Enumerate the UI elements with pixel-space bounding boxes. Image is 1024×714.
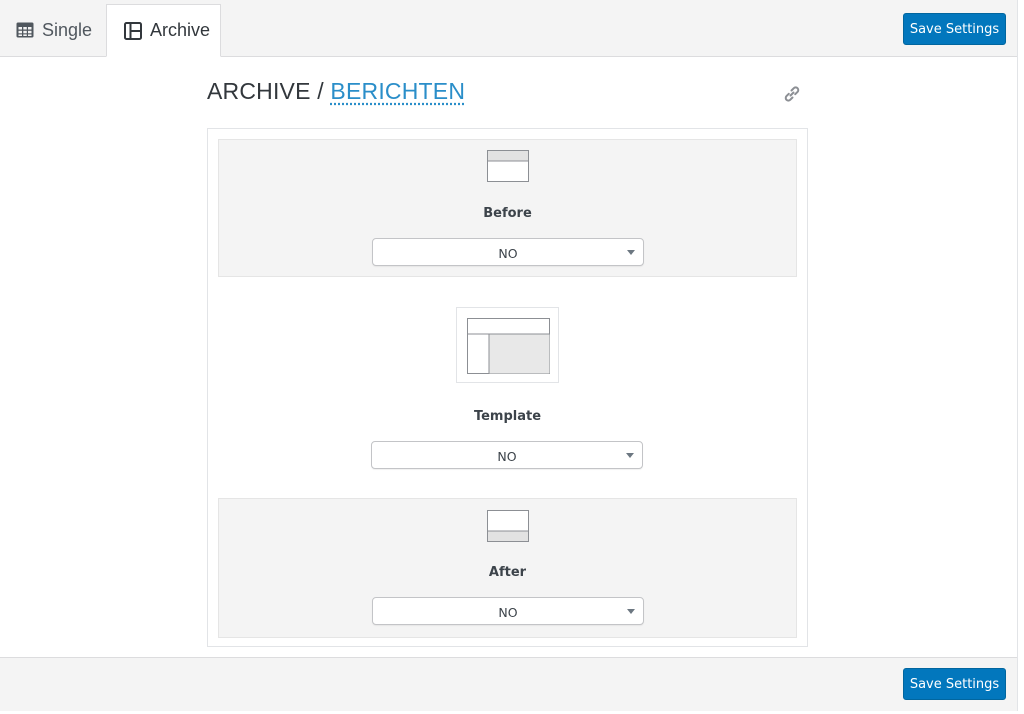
table-icon (16, 22, 34, 38)
link-icon[interactable] (782, 84, 802, 109)
section-before: Before NO (218, 139, 797, 277)
before-select[interactable]: NO (372, 238, 644, 266)
template-select-value: NO (497, 449, 517, 464)
before-select-value: NO (498, 246, 518, 261)
after-select[interactable]: NO (372, 597, 644, 625)
chevron-down-icon (627, 609, 635, 614)
layout-content-sidebar-icon (467, 318, 550, 379)
chevron-down-icon (626, 453, 634, 458)
after-select-value: NO (498, 605, 518, 620)
layout-footer-icon (487, 510, 529, 547)
chevron-down-icon (627, 250, 635, 255)
layout-panel: Before NO Template NO After NO (207, 128, 808, 647)
layout-sidebar-icon (124, 21, 142, 40)
post-type-link[interactable]: BERICHTEN (330, 78, 465, 104)
tab-single-label: Single (42, 19, 93, 40)
layout-header-icon (487, 150, 529, 187)
tab-archive[interactable]: Archive (106, 4, 221, 57)
tab-single[interactable]: Single (16, 4, 92, 56)
save-settings-button-bottom[interactable]: Save Settings (903, 668, 1006, 700)
save-settings-button-top[interactable]: Save Settings (903, 13, 1006, 45)
template-select[interactable]: NO (371, 441, 643, 469)
tab-archive-label: Archive (150, 20, 211, 40)
section-template: Template NO (218, 279, 797, 497)
section-before-label: Before (483, 206, 532, 221)
page-title-prefix: ARCHIVE / (207, 78, 331, 104)
section-after-label: After (488, 565, 527, 580)
settings-window: Single Archive Save Settings ARCHIVE / B… (0, 0, 1018, 711)
section-after: After NO (218, 498, 797, 638)
footer-bar (0, 657, 1017, 711)
template-preview (456, 307, 559, 383)
header-bar: Single Archive Save Settings (0, 0, 1017, 57)
section-template-label: Template (473, 409, 542, 424)
page-title: ARCHIVE / BERICHTEN (207, 78, 465, 105)
